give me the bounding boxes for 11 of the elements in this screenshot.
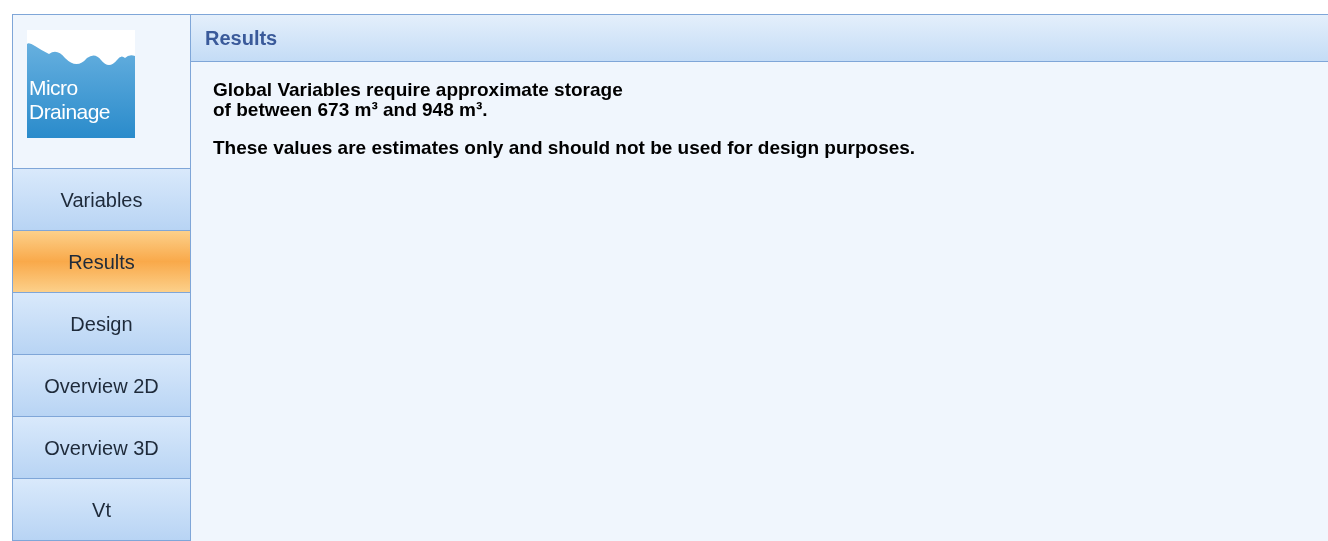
nav-tab[interactable]: Variables bbox=[13, 169, 190, 231]
estimate-note: These values are estimates only and should not be used for design purposes. bbox=[213, 138, 917, 158]
logo-text: Drainage bbox=[29, 100, 111, 124]
nav-tab[interactable]: Design bbox=[13, 293, 190, 355]
nav-tab[interactable]: Results bbox=[13, 231, 190, 293]
nav-tab[interactable]: Overview 2D bbox=[13, 355, 190, 417]
nav-tab[interactable]: Overview 3D bbox=[13, 417, 190, 479]
storage-message: Global Variables require approximate storage of between 673 m³ and 948 m³. bbox=[213, 80, 624, 120]
panel-title: Results bbox=[205, 26, 278, 51]
nav-tab[interactable]: Vt bbox=[13, 479, 190, 541]
logo-text: Micro bbox=[29, 76, 79, 100]
